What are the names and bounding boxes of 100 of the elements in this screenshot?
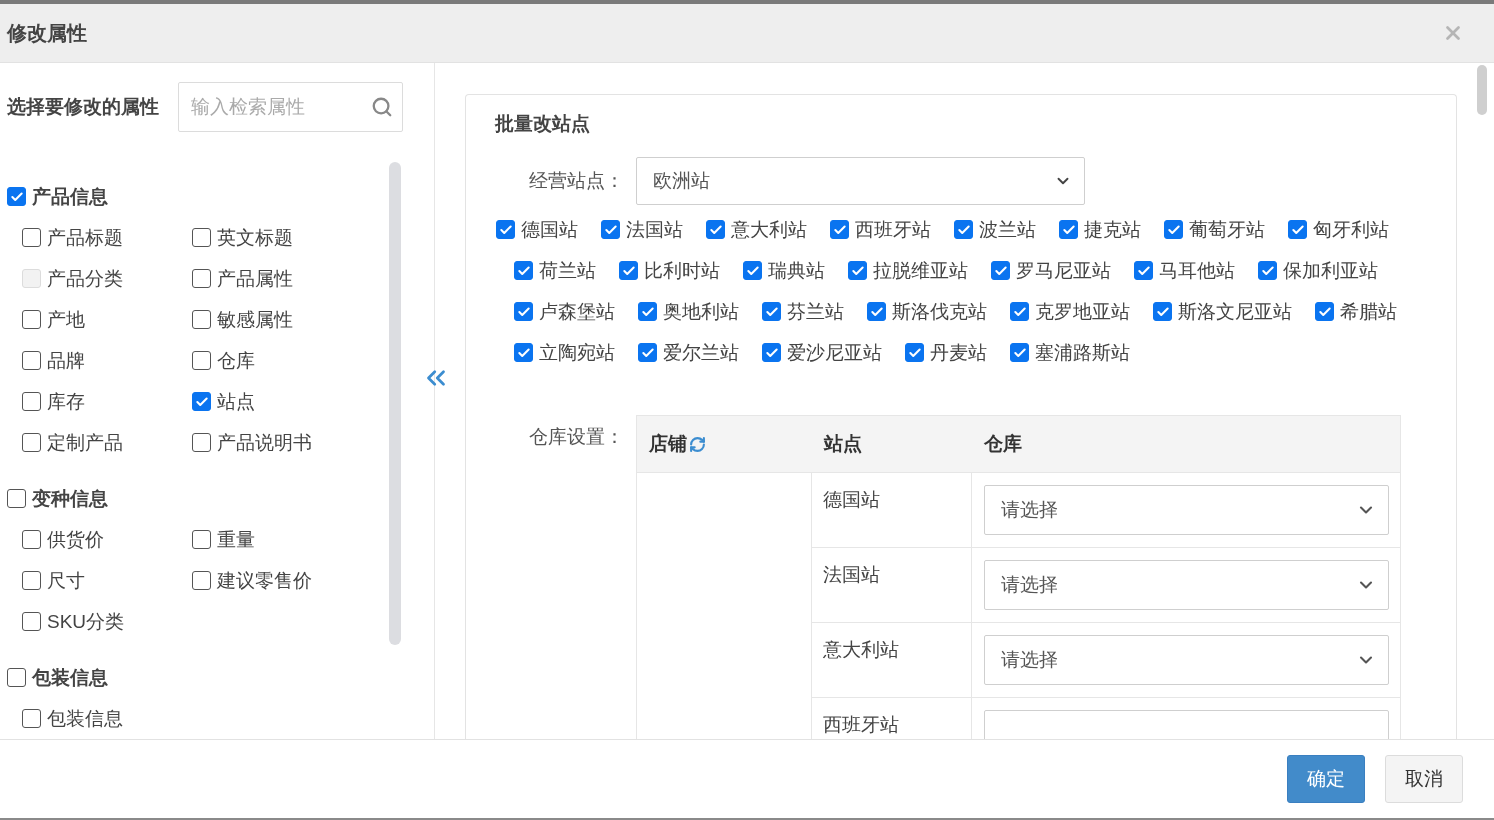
checkbox[interactable]: [192, 228, 211, 247]
group-label: 包装信息: [32, 665, 108, 690]
option-label: 产品说明书: [217, 430, 312, 455]
checkbox[interactable]: [22, 530, 41, 549]
station-label: 西班牙站: [855, 217, 931, 242]
check-icon: [850, 263, 865, 278]
check-icon: [603, 222, 618, 237]
option-label: SKU分类: [47, 609, 125, 634]
check-icon: [498, 222, 513, 237]
scrollbar[interactable]: [389, 162, 401, 645]
checkbox[interactable]: [514, 302, 533, 321]
option-label: 供货价: [47, 527, 104, 552]
checkbox[interactable]: [638, 343, 657, 362]
option-label: 建议零售价: [217, 568, 312, 593]
checkbox[interactable]: [706, 220, 725, 239]
option-label: 产地: [47, 307, 85, 332]
checkbox[interactable]: [762, 302, 781, 321]
checkbox[interactable]: [496, 220, 515, 239]
warehouse-select[interactable]: 请选择: [984, 560, 1389, 610]
field-label: 仓库设置：: [528, 425, 624, 449]
checkbox[interactable]: [830, 220, 849, 239]
check-icon: [621, 263, 636, 278]
checkbox[interactable]: [192, 530, 211, 549]
checkbox[interactable]: [192, 351, 211, 370]
confirm-button[interactable]: 确定: [1287, 755, 1365, 803]
checkbox[interactable]: [762, 343, 781, 362]
checkbox[interactable]: [7, 668, 26, 687]
option-label: 重量: [217, 527, 255, 552]
scrollbar[interactable]: [1477, 65, 1487, 115]
check-icon: [1136, 263, 1151, 278]
checkbox[interactable]: [22, 612, 41, 631]
option-label: 敏感属性: [217, 307, 293, 332]
checkbox[interactable]: [1134, 261, 1153, 280]
option-label: 库存: [47, 389, 85, 414]
station-label: 法国站: [626, 217, 683, 242]
checkbox[interactable]: [1153, 302, 1172, 321]
checkbox[interactable]: [601, 220, 620, 239]
check-icon: [1155, 304, 1170, 319]
checkbox[interactable]: [192, 571, 211, 590]
search-icon[interactable]: [371, 96, 393, 118]
site-select[interactable]: 欧洲站: [636, 157, 1085, 205]
option-label: 尺寸: [47, 568, 85, 593]
checkbox[interactable]: [22, 392, 41, 411]
station-label: 波兰站: [979, 217, 1036, 242]
option-label: 英文标题: [217, 225, 293, 250]
column-header: 店铺: [637, 416, 812, 473]
checkbox[interactable]: [7, 489, 26, 508]
checkbox[interactable]: [991, 261, 1010, 280]
check-icon: [993, 263, 1008, 278]
checkbox[interactable]: [22, 433, 41, 452]
check-icon: [1260, 263, 1275, 278]
cancel-button[interactable]: 取消: [1385, 755, 1463, 803]
option-label: 产品属性: [217, 266, 293, 291]
station-label: 芬兰站: [787, 299, 844, 324]
checkbox[interactable]: [619, 261, 638, 280]
dialog-title: 修改属性: [7, 20, 87, 46]
checkbox[interactable]: [1059, 220, 1078, 239]
station-label: 马耳他站: [1159, 258, 1235, 283]
station-label: 爱沙尼亚站: [787, 340, 882, 365]
warehouse-select[interactable]: 请选择: [984, 485, 1389, 535]
checkbox[interactable]: [514, 261, 533, 280]
check-icon: [640, 345, 655, 360]
checkbox[interactable]: [638, 302, 657, 321]
checkbox[interactable]: [1010, 302, 1029, 321]
card-title: 批量改站点: [493, 112, 591, 136]
checkbox[interactable]: [22, 571, 41, 590]
checkbox[interactable]: [22, 228, 41, 247]
checkbox[interactable]: [514, 343, 533, 362]
checkbox[interactable]: [867, 302, 886, 321]
checkbox[interactable]: [1010, 343, 1029, 362]
warehouse-select[interactable]: 请选择: [984, 635, 1389, 685]
checkbox[interactable]: [22, 351, 41, 370]
check-icon: [764, 345, 779, 360]
check-icon: [194, 394, 209, 409]
check-icon: [764, 304, 779, 319]
checkbox[interactable]: [954, 220, 973, 239]
station-label: 德国站: [521, 217, 578, 242]
field-label: 经营站点：: [528, 169, 624, 193]
checkbox[interactable]: [22, 709, 41, 728]
option-label: 包装信息: [47, 706, 123, 731]
checkbox[interactable]: [22, 310, 41, 329]
checkbox[interactable]: [848, 261, 867, 280]
station-label: 奥地利站: [663, 299, 739, 324]
checkbox[interactable]: [192, 269, 211, 288]
checkbox[interactable]: [1315, 302, 1334, 321]
column-header: 站点: [812, 416, 972, 473]
checkbox[interactable]: [1164, 220, 1183, 239]
checkbox[interactable]: [192, 392, 211, 411]
check-icon: [1290, 222, 1305, 237]
table-cell: 法国站: [812, 548, 972, 623]
station-label: 捷克站: [1084, 217, 1141, 242]
checkbox[interactable]: [905, 343, 924, 362]
search-field[interactable]: 输入检索属性: [178, 82, 403, 132]
refresh-icon[interactable]: [689, 435, 706, 453]
checkbox[interactable]: [192, 433, 211, 452]
checkbox[interactable]: [1258, 261, 1277, 280]
checkbox[interactable]: [7, 187, 26, 206]
checkbox[interactable]: [1288, 220, 1307, 239]
checkbox[interactable]: [743, 261, 762, 280]
checkbox[interactable]: [192, 310, 211, 329]
